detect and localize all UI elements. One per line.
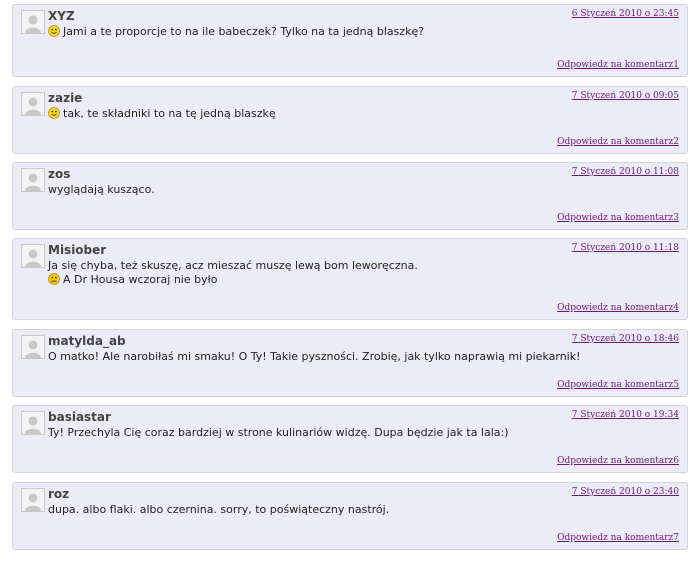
comment-date-link[interactable]: 6 Styczeń 2010 o 23:45 xyxy=(572,9,679,19)
comment-line: tak, te składniki to na tę jedną blaszkę xyxy=(63,107,276,120)
comment-date-link[interactable]: 7 Styczeń 2010 o 11:18 xyxy=(572,243,679,253)
comment-text: wyglądają kusząco. xyxy=(48,183,679,197)
comment-4: Misiober 7 Styczeń 2010 o 11:18 Ja się c… xyxy=(12,238,688,320)
avatar-icon xyxy=(21,488,45,512)
avatar-icon xyxy=(21,244,45,268)
comment-line: A Dr Housa wczoraj nie było xyxy=(63,273,218,286)
avatar-icon xyxy=(21,92,45,116)
comment-text: Ty! Przechyla Cię coraz bardziej w stron… xyxy=(48,426,679,440)
reply-link[interactable]: Odpowiedz na komentarz5 xyxy=(557,380,679,390)
comment-line: Ja się chyba, też skuszę, acz mieszać mu… xyxy=(48,259,418,272)
avatar-icon xyxy=(21,335,45,359)
reply-link[interactable]: Odpowiedz na komentarz6 xyxy=(557,456,679,466)
comment-text: Jami a te proporcje to na ile babeczek? … xyxy=(48,25,679,39)
comment-author: zos xyxy=(48,167,71,181)
comment-3: zos 7 Styczeń 2010 o 11:08 wyglądają kus… xyxy=(12,162,688,230)
comment-date-link[interactable]: 7 Styczeń 2010 o 19:34 xyxy=(572,410,679,420)
comment-author: Misiober xyxy=(48,243,107,257)
comment-line: O matko! Ale narobiłaś mi smaku! O Ty! T… xyxy=(48,350,581,363)
comment-line: Ty! Przechyla Cię coraz bardziej w stron… xyxy=(48,426,509,439)
comment-date-link[interactable]: 7 Styczeń 2010 o 23:40 xyxy=(572,487,679,497)
comment-1: XYZ 6 Styczeń 2010 o 23:45 Jami a te pro… xyxy=(12,4,688,77)
comment-text: O matko! Ale narobiłaś mi smaku! O Ty! T… xyxy=(48,350,679,364)
comment-author: XYZ xyxy=(48,9,75,23)
comment-author: basiastar xyxy=(48,410,111,424)
happy-smiley-icon xyxy=(48,107,60,119)
reply-link[interactable]: Odpowiedz na komentarz4 xyxy=(557,303,679,313)
comment-line: Jami a te proporcje to na ile babeczek? … xyxy=(63,25,425,38)
comment-line: dupa. albo flaki. albo czernina. sorry, … xyxy=(48,503,390,516)
reply-link[interactable]: Odpowiedz na komentarz2 xyxy=(557,137,679,147)
comment-author: roz xyxy=(48,487,70,501)
comment-5: matylda_ab 7 Styczeń 2010 o 18:46 O matk… xyxy=(12,329,688,397)
comment-date-link[interactable]: 7 Styczeń 2010 o 09:05 xyxy=(572,91,679,101)
avatar-icon xyxy=(21,411,45,435)
comment-2: zazie 7 Styczeń 2010 o 09:05 tak, te skł… xyxy=(12,86,688,154)
comment-author: zazie xyxy=(48,91,83,105)
avatar-icon xyxy=(21,10,45,34)
reply-link[interactable]: Odpowiedz na komentarz3 xyxy=(557,213,679,223)
sad-smiley-icon xyxy=(48,273,60,285)
comments-list: XYZ 6 Styczeń 2010 o 23:45 Jami a te pro… xyxy=(0,0,692,562)
comment-date-link[interactable]: 7 Styczeń 2010 o 11:08 xyxy=(572,167,679,177)
happy-smiley-icon xyxy=(48,25,60,37)
comment-author: matylda_ab xyxy=(48,334,126,348)
comment-text: tak, te składniki to na tę jedną blaszkę xyxy=(48,107,679,121)
reply-link[interactable]: Odpowiedz na komentarz7 xyxy=(557,533,679,543)
avatar-icon xyxy=(21,168,45,192)
comment-6: basiastar 7 Styczeń 2010 o 19:34 Ty! Prz… xyxy=(12,405,688,473)
comment-text: dupa. albo flaki. albo czernina. sorry, … xyxy=(48,503,679,517)
reply-link[interactable]: Odpowiedz na komentarz1 xyxy=(557,60,679,70)
comment-text: Ja się chyba, też skuszę, acz mieszać mu… xyxy=(48,259,679,287)
comment-7: roz 7 Styczeń 2010 o 23:40 dupa. albo fl… xyxy=(12,482,688,550)
comment-date-link[interactable]: 7 Styczeń 2010 o 18:46 xyxy=(572,334,679,344)
comment-line: wyglądają kusząco. xyxy=(48,183,155,196)
